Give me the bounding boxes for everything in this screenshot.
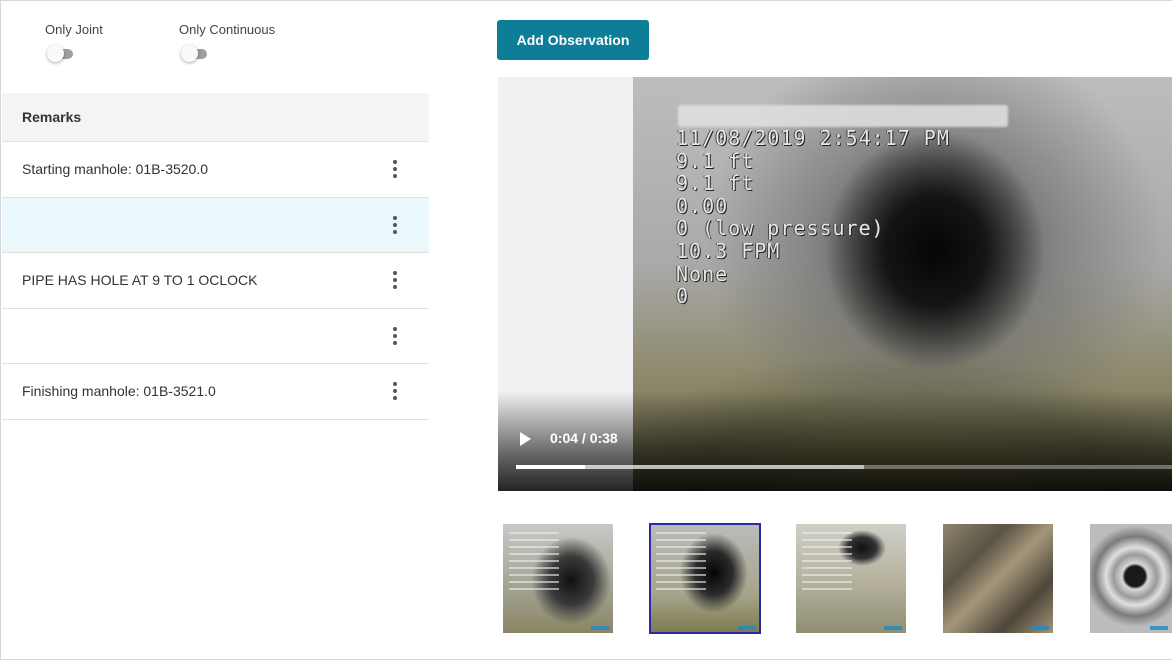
overlay-line: None bbox=[676, 261, 729, 286]
kebab-dot bbox=[393, 167, 397, 172]
overlay-line: 9.1 ft bbox=[676, 171, 755, 196]
play-icon[interactable] bbox=[520, 432, 531, 446]
more-vertical-icon[interactable] bbox=[391, 326, 399, 345]
video-thumbnail-4[interactable] bbox=[943, 524, 1053, 633]
more-vertical-icon[interactable] bbox=[391, 382, 399, 401]
overlay-line: 0 bbox=[676, 284, 690, 309]
kebab-dot bbox=[393, 340, 397, 345]
toggle-knob bbox=[181, 45, 198, 62]
only-joint-toggle[interactable] bbox=[45, 43, 79, 63]
thumbnail-marker bbox=[1150, 626, 1168, 630]
remarks-list: Starting manhole: 01B-3520.0 PIPE HAS HOL… bbox=[2, 142, 429, 420]
kebab-dot bbox=[393, 222, 397, 227]
thumbnail-marker bbox=[591, 626, 609, 630]
overlay-line: 0 (low pressure) bbox=[676, 216, 885, 241]
thumbnail-marker bbox=[1031, 626, 1049, 630]
add-observation-button[interactable]: Add Observation bbox=[497, 20, 649, 60]
more-vertical-icon[interactable] bbox=[391, 271, 399, 290]
remark-text: Finishing manhole: 01B-3521.0 bbox=[22, 383, 216, 400]
remark-text: Starting manhole: 01B-3520.0 bbox=[22, 161, 209, 178]
more-vertical-icon[interactable] bbox=[391, 215, 399, 234]
only-joint-filter: Only Joint bbox=[45, 22, 103, 63]
kebab-dot bbox=[393, 271, 397, 276]
only-continuous-label: Only Continuous bbox=[179, 22, 276, 37]
remark-text: PIPE HAS HOLE AT 9 TO 1 OCLOCK bbox=[22, 272, 258, 289]
kebab-dot bbox=[393, 278, 397, 283]
kebab-dot bbox=[393, 333, 397, 338]
kebab-dot bbox=[393, 174, 397, 179]
kebab-dot bbox=[393, 389, 397, 394]
video-thumbnail-5[interactable] bbox=[1090, 524, 1172, 633]
thumbnail-overlay-text bbox=[802, 532, 852, 592]
thumbnail-marker bbox=[738, 626, 756, 630]
remark-row[interactable]: PIPE HAS HOLE AT 9 TO 1 OCLOCK bbox=[2, 253, 429, 309]
remark-row[interactable]: Starting manhole: 01B-3520.0 bbox=[2, 142, 429, 198]
overlay-line: 11/08/2019 2:54:17 PM bbox=[676, 126, 950, 150]
video-overlay-text: 11/08/2019 2:54:17 PM 9.1 ft 9.1 ft 0.00 0 (… bbox=[676, 127, 950, 308]
kebab-dot bbox=[393, 215, 397, 220]
video-thumbnail-3[interactable] bbox=[796, 524, 906, 633]
redacted-overlay-text bbox=[678, 105, 1008, 127]
overlay-line: 10.3 FPM bbox=[676, 238, 781, 263]
video-player[interactable]: 11/08/2019 2:54:17 PM 9.1 ft 9.1 ft 0.00 0 (… bbox=[498, 77, 1172, 491]
kebab-dot bbox=[393, 229, 397, 234]
thumbnail-overlay-text bbox=[656, 532, 706, 592]
remark-row[interactable]: Finishing manhole: 01B-3521.0 bbox=[2, 364, 429, 420]
remark-row[interactable] bbox=[2, 197, 429, 253]
overlay-line: 0.00 bbox=[676, 193, 729, 218]
video-progress-fill bbox=[516, 465, 586, 469]
remark-row[interactable] bbox=[2, 309, 429, 364]
only-joint-label: Only Joint bbox=[45, 22, 103, 37]
video-thumbnail-1[interactable] bbox=[503, 524, 613, 633]
kebab-dot bbox=[393, 396, 397, 401]
more-vertical-icon[interactable] bbox=[391, 160, 399, 179]
kebab-dot bbox=[393, 382, 397, 387]
video-time-display: 0:04 / 0:38 bbox=[550, 430, 618, 446]
overlay-line: 9.1 ft bbox=[676, 148, 755, 173]
remarks-table: Remarks Starting manhole: 01B-3520.0 PIPE… bbox=[2, 93, 429, 420]
kebab-dot bbox=[393, 160, 397, 165]
only-continuous-toggle[interactable] bbox=[179, 43, 213, 63]
kebab-dot bbox=[393, 285, 397, 290]
video-thumbnail-2[interactable] bbox=[649, 523, 761, 634]
thumbnail-marker bbox=[884, 626, 902, 630]
video-progress-bar[interactable] bbox=[516, 465, 1172, 469]
thumbnail-overlay-text bbox=[509, 532, 559, 592]
kebab-dot bbox=[393, 326, 397, 331]
toggle-knob bbox=[47, 45, 64, 62]
remarks-header: Remarks bbox=[2, 93, 429, 142]
only-continuous-filter: Only Continuous bbox=[179, 22, 275, 63]
